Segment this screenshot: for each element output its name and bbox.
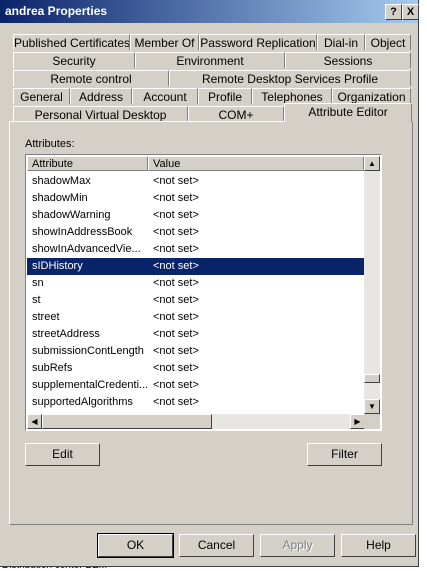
attribute-value: <not set>: [153, 396, 199, 408]
attribute-name: subRefs: [32, 362, 73, 374]
table-row[interactable]: st <not set>: [27, 292, 364, 309]
tab-remote-control[interactable]: Remote control: [13, 70, 169, 86]
attribute-name: submissionContLength: [32, 345, 144, 357]
table-row[interactable]: showInAdvancedVie... <not set>: [27, 241, 364, 258]
table-row[interactable]: showInAddressBook <not set>: [27, 224, 364, 241]
attribute-name: shadowMin: [32, 192, 88, 204]
close-button[interactable]: X: [402, 4, 419, 20]
window-title: andrea Properties: [5, 4, 108, 18]
attribute-name: st: [32, 294, 41, 306]
tab-profile[interactable]: Profile: [198, 88, 252, 104]
attribute-value: <not set>: [153, 260, 199, 272]
attribute-value: <not set>: [153, 192, 199, 204]
table-row[interactable]: sn <not set>: [27, 275, 364, 292]
tab-published-certificates[interactable]: Published Certificates: [13, 34, 130, 50]
edit-button[interactable]: Edit: [25, 443, 100, 466]
scroll-down-icon[interactable]: ▼: [364, 399, 380, 414]
tab-member-of[interactable]: Member Of: [130, 34, 199, 50]
attribute-value: <not set>: [153, 209, 199, 221]
attribute-value: <not set>: [153, 311, 199, 323]
table-row[interactable]: street <not set>: [27, 309, 364, 326]
attribute-value: <not set>: [153, 362, 199, 374]
scroll-left-icon[interactable]: ◀: [27, 414, 42, 429]
help-button[interactable]: ?: [385, 4, 402, 20]
attribute-name: shadowWarning: [32, 209, 111, 221]
vertical-scrollbar[interactable]: ▲ ▼: [364, 156, 380, 414]
attribute-value: <not set>: [153, 277, 199, 289]
tab-sessions[interactable]: Sessions: [285, 52, 411, 68]
table-row[interactable]: shadowMax <not set>: [27, 173, 364, 190]
cancel-button[interactable]: Cancel: [179, 534, 254, 557]
attribute-value: <not set>: [153, 175, 199, 187]
table-row[interactable]: shadowMin <not set>: [27, 190, 364, 207]
tab-object[interactable]: Object: [365, 34, 411, 50]
table-row[interactable]: supportedAlgorithms <not set>: [27, 394, 364, 411]
scroll-up-icon[interactable]: ▲: [364, 156, 380, 171]
attribute-value: <not set>: [153, 243, 199, 255]
attribute-name: street: [32, 311, 60, 323]
scroll-right-icon[interactable]: ▶: [350, 414, 365, 429]
table-row-selected[interactable]: sIDHistory <not set>: [27, 258, 364, 275]
tab-telephones[interactable]: Telephones: [252, 88, 332, 104]
tab-address[interactable]: Address: [70, 88, 132, 104]
apply-button[interactable]: Apply: [260, 534, 335, 557]
attribute-value: <not set>: [153, 226, 199, 238]
attribute-value: <not set>: [153, 294, 199, 306]
ok-button[interactable]: OK: [97, 533, 174, 558]
tab-personal-virtual-desktop[interactable]: Personal Virtual Desktop: [13, 106, 188, 122]
table-row[interactable]: supplementalCredenti... <not set>: [27, 377, 364, 394]
tab-com-plus[interactable]: COM+: [188, 106, 284, 122]
tab-remote-desktop-services-profile[interactable]: Remote Desktop Services Profile: [169, 70, 411, 86]
column-header-attribute[interactable]: Attribute: [27, 156, 148, 171]
attribute-name: showInAdvancedVie...: [32, 243, 141, 255]
attribute-name: streetAddress: [32, 328, 100, 340]
attribute-name: sIDHistory: [32, 260, 83, 272]
filter-button[interactable]: Filter: [307, 443, 382, 466]
tab-password-replication[interactable]: Password Replication: [199, 34, 317, 50]
attribute-value: <not set>: [153, 328, 199, 340]
help-dialog-button[interactable]: Help: [341, 534, 416, 557]
vertical-scroll-thumb[interactable]: [364, 374, 380, 383]
table-row[interactable]: subRefs <not set>: [27, 360, 364, 377]
attribute-name: shadowMax: [32, 175, 91, 187]
horizontal-scrollbar[interactable]: ◀ ▶: [27, 414, 380, 429]
attributes-label: Attributes:: [25, 138, 75, 150]
tab-dial-in[interactable]: Dial-in: [317, 34, 365, 50]
table-row[interactable]: shadowWarning <not set>: [27, 207, 364, 224]
tab-environment[interactable]: Environment: [135, 52, 285, 68]
attribute-name: sn: [32, 277, 44, 289]
horizontal-scroll-thumb[interactable]: [42, 414, 212, 429]
tab-security[interactable]: Security: [13, 52, 135, 68]
tab-attribute-editor[interactable]: Attribute Editor: [284, 103, 412, 122]
title-bar[interactable]: andrea Properties ? X: [0, 0, 419, 23]
tab-general[interactable]: General: [13, 88, 70, 104]
tab-account[interactable]: Account: [132, 88, 198, 104]
table-row[interactable]: streetAddress <not set>: [27, 326, 364, 343]
column-header-value[interactable]: Value: [148, 156, 364, 171]
attribute-value: <not set>: [153, 345, 199, 357]
attribute-value: <not set>: [153, 379, 199, 391]
attribute-name: showInAddressBook: [32, 226, 133, 238]
tab-organization[interactable]: Organization: [332, 88, 411, 104]
attribute-name: supplementalCredenti...: [32, 379, 149, 391]
scrollbar-corner: [364, 414, 380, 429]
attribute-name: supportedAlgorithms: [32, 396, 133, 408]
table-row[interactable]: submissionContLength <not set>: [27, 343, 364, 360]
